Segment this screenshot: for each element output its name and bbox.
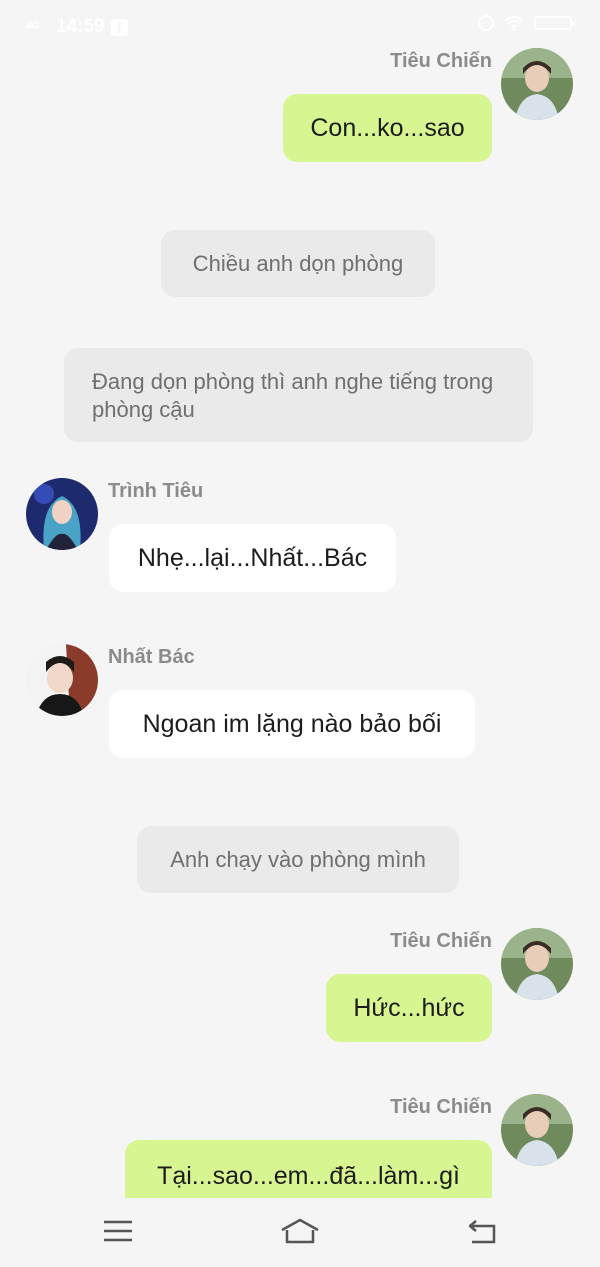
tieu-chien-avatar[interactable] xyxy=(501,1094,573,1166)
message-bubble[interactable]: Tại...sao...em...đã...làm...gì xyxy=(125,1140,492,1198)
chat-area[interactable]: Tiêu Chiến Con...ko...sao Chiều anh dọn … xyxy=(0,0,600,1198)
narration-bubble[interactable]: Đang dọn phòng thì anh nghe tiếng trong … xyxy=(64,348,533,442)
sender-name: Nhất Bác xyxy=(108,646,195,668)
menu-icon[interactable] xyxy=(98,1216,138,1246)
nhat-bac-avatar[interactable] xyxy=(26,644,98,716)
tieu-chien-avatar[interactable] xyxy=(501,928,573,1000)
wifi-icon xyxy=(504,16,524,31)
network-indicator: 4G xyxy=(26,21,40,32)
message-bubble[interactable]: Con...ko...sao xyxy=(283,94,492,162)
back-icon[interactable] xyxy=(462,1216,502,1246)
battery-icon xyxy=(534,16,575,30)
home-icon[interactable] xyxy=(278,1216,322,1246)
alarm-icon xyxy=(478,15,494,31)
status-time: 14:59 xyxy=(56,16,105,37)
sender-name: Trình Tiêu xyxy=(108,480,204,502)
narration-bubble[interactable]: Anh chạy vào phòng mình xyxy=(137,826,459,893)
message-bubble[interactable]: Nhẹ...lại...Nhất...Bác xyxy=(109,524,396,592)
tieu-chien-avatar[interactable] xyxy=(501,48,573,120)
sender-name: Tiêu Chiến xyxy=(390,50,492,72)
sender-name: Tiêu Chiến xyxy=(390,930,492,952)
message-bubble[interactable]: Hức...hức xyxy=(326,974,492,1042)
message-bubble[interactable]: Ngoan im lặng nào bảo bối xyxy=(109,690,475,758)
navigation-bar xyxy=(0,1198,600,1267)
facebook-icon: f xyxy=(110,18,128,37)
trinh-tieu-avatar[interactable] xyxy=(26,478,98,550)
status-bar: 4G 14:59 f xyxy=(0,0,600,50)
narration-bubble[interactable]: Chiều anh dọn phòng xyxy=(161,230,435,297)
sender-name: Tiêu Chiến xyxy=(390,1096,492,1118)
